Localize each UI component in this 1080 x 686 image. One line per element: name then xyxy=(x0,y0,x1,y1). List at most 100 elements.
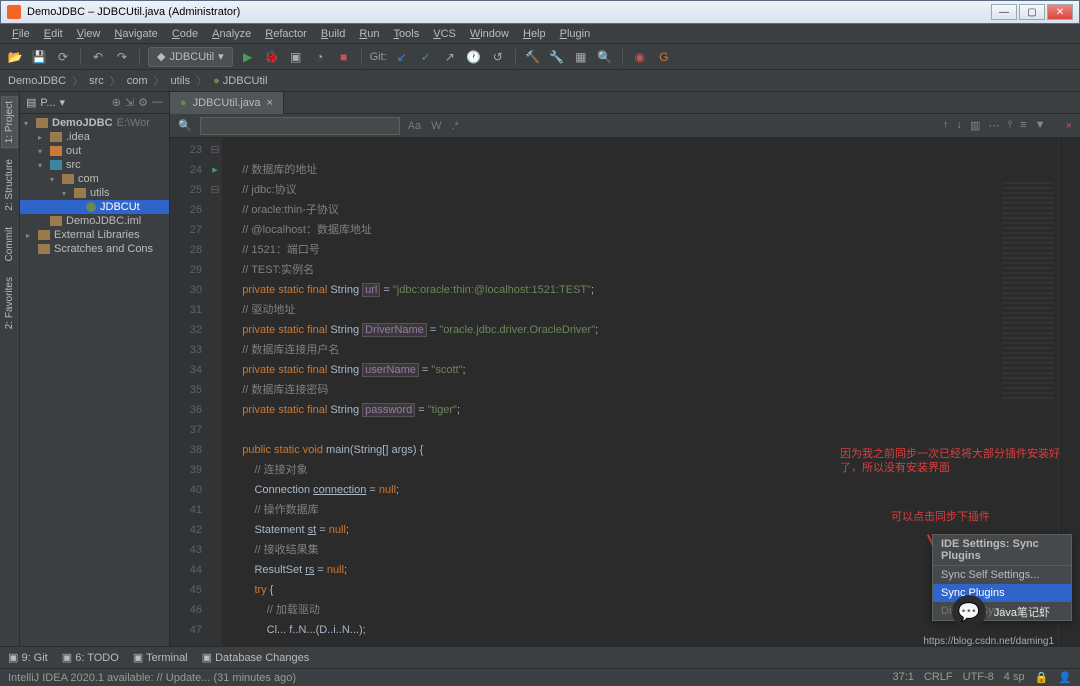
tree-item-Scratches and Cons[interactable]: Scratches and Cons xyxy=(20,242,169,256)
ctx-item-0[interactable]: Sync Self Settings... xyxy=(933,566,1071,584)
indent-label[interactable]: 4 sp xyxy=(1004,671,1025,684)
funnel-icon[interactable]: ▼ xyxy=(1035,119,1046,132)
gear-icon[interactable]: ⚙ xyxy=(138,96,148,109)
project-tree[interactable]: ▾DemoJDBC E:\Wor▸.idea▾out▾src▾com▾utils… xyxy=(20,114,169,258)
run-config-select[interactable]: ◆ JDBCUtil ▾ xyxy=(148,47,233,67)
menu-edit[interactable]: Edit xyxy=(38,26,69,42)
pin-icon[interactable]: ⫯ xyxy=(1007,119,1012,132)
settings-icon[interactable]: 🔧 xyxy=(548,48,566,66)
menu-help[interactable]: Help xyxy=(517,26,552,42)
side-tab-2: Favorites[interactable]: 2: Favorites xyxy=(1,272,18,334)
side-tab-1: Project[interactable]: 1: Project xyxy=(1,96,18,148)
ctx-item-1[interactable]: Sync Plugins xyxy=(933,584,1071,602)
menu-window[interactable]: Window xyxy=(464,26,515,42)
plugin2-icon[interactable]: G xyxy=(655,48,673,66)
hammer-icon[interactable]: 🔨 xyxy=(524,48,542,66)
tool-tab-Database Changes[interactable]: ▣ Database Changes xyxy=(202,651,310,664)
crumb-JDBCUtil[interactable]: ● JDBCUtil xyxy=(213,75,267,87)
redo-icon[interactable]: ↷ xyxy=(113,48,131,66)
chevron-down-icon[interactable]: ▾ xyxy=(60,96,66,109)
tree-root[interactable]: ▾DemoJDBC E:\Wor xyxy=(20,116,169,130)
structure-icon[interactable]: ▦ xyxy=(572,48,590,66)
prev-match-icon[interactable]: ↑ xyxy=(943,119,949,132)
menu-view[interactable]: View xyxy=(71,26,107,42)
file-tab[interactable]: ● JDBCUtil.java × xyxy=(170,92,284,114)
debug-icon[interactable]: 🐞 xyxy=(263,48,281,66)
git-history-icon[interactable]: 🕐 xyxy=(465,48,483,66)
find-opt-Aa[interactable]: Aa xyxy=(408,120,421,132)
crumb-src[interactable]: src xyxy=(89,75,104,87)
search-icon[interactable]: 🔍 xyxy=(596,48,614,66)
run-icon[interactable]: ▶ xyxy=(239,48,257,66)
settings-icon[interactable]: ≡ xyxy=(1020,119,1026,132)
search-icon[interactable]: 🔍 xyxy=(178,119,192,132)
git-update-icon[interactable]: ↙ xyxy=(393,48,411,66)
open-icon[interactable]: 📂 xyxy=(6,48,24,66)
tool-tab-9: Git[interactable]: ▣ 9: Git xyxy=(8,651,48,664)
undo-icon[interactable]: ↶ xyxy=(89,48,107,66)
menu-run[interactable]: Run xyxy=(353,26,385,42)
chevron-down-icon: ▾ xyxy=(218,50,224,63)
menu-code[interactable]: Code xyxy=(166,26,204,42)
close-tab-icon[interactable]: × xyxy=(267,97,273,109)
class-icon: ● xyxy=(180,97,187,109)
ctx-item-2[interactable]: Disable Sync... xyxy=(933,602,1071,620)
menu-navigate[interactable]: Navigate xyxy=(108,26,163,42)
inspection-icon[interactable]: 👤 xyxy=(1058,671,1072,684)
git-push-icon[interactable]: ↗ xyxy=(441,48,459,66)
crumb-com[interactable]: com xyxy=(127,75,148,87)
menu-build[interactable]: Build xyxy=(315,26,351,42)
hide-icon[interactable]: — xyxy=(152,96,163,109)
find-opt-W[interactable]: W xyxy=(431,120,441,132)
menu-tools[interactable]: Tools xyxy=(388,26,426,42)
config-kotlin-icon: ◆ xyxy=(157,50,165,63)
find-opt-.*[interactable]: .* xyxy=(452,120,459,132)
tree-item-External Libraries[interactable]: ▸External Libraries xyxy=(20,228,169,242)
stop-icon[interactable]: ■ xyxy=(335,48,353,66)
minimize-button[interactable]: — xyxy=(991,4,1017,20)
tree-item-JDBCUt[interactable]: JDBCUt xyxy=(20,200,169,214)
next-match-icon[interactable]: ↓ xyxy=(957,119,963,132)
save-icon[interactable]: 💾 xyxy=(30,48,48,66)
coverage-icon[interactable]: ▣ xyxy=(287,48,305,66)
tool-tab-6: TODO[interactable]: ▣ 6: TODO xyxy=(62,651,119,664)
menu-file[interactable]: File xyxy=(6,26,36,42)
git-rollback-icon[interactable]: ↺ xyxy=(489,48,507,66)
tree-item-src[interactable]: ▾src xyxy=(20,158,169,172)
close-button[interactable]: ✕ xyxy=(1047,4,1073,20)
tree-item-com[interactable]: ▾com xyxy=(20,172,169,186)
crumb-DemoJDBC[interactable]: DemoJDBC xyxy=(8,75,66,87)
project-view-label[interactable]: P... xyxy=(40,97,55,109)
tree-item-.idea[interactable]: ▸.idea xyxy=(20,130,169,144)
menu-plugin[interactable]: Plugin xyxy=(554,26,597,42)
locate-icon[interactable]: ⊕ xyxy=(112,96,121,109)
maximize-button[interactable]: ▢ xyxy=(1019,4,1045,20)
git-commit-icon[interactable]: ✓ xyxy=(417,48,435,66)
crumb-utils[interactable]: utils xyxy=(171,75,191,87)
plugin1-icon[interactable]: ◉ xyxy=(631,48,649,66)
line-separator[interactable]: CRLF xyxy=(924,671,953,684)
side-tab-2: Structure[interactable]: 2: Structure xyxy=(1,154,18,216)
project-view-icon[interactable]: ▤ xyxy=(26,96,36,109)
lock-icon[interactable]: 🔒 xyxy=(1035,671,1049,684)
window-title: DemoJDBC – JDBCUtil.java (Administrator) xyxy=(27,6,991,18)
tree-item-utils[interactable]: ▾utils xyxy=(20,186,169,200)
menu-analyze[interactable]: Analyze xyxy=(206,26,257,42)
update-notice[interactable]: IntelliJ IDEA 2020.1 available: // Updat… xyxy=(8,672,296,684)
profile-icon[interactable]: ◔ xyxy=(311,48,329,66)
close-find-icon[interactable]: × xyxy=(1066,120,1072,132)
git-label: Git: xyxy=(370,51,387,63)
menu-refactor[interactable]: Refactor xyxy=(259,26,313,42)
encoding[interactable]: UTF-8 xyxy=(963,671,994,684)
filter-icon[interactable]: ▥ xyxy=(970,119,980,132)
more-icon[interactable]: ⋯ xyxy=(988,119,999,132)
tool-tab-Terminal[interactable]: ▣ Terminal xyxy=(133,651,188,664)
find-input[interactable] xyxy=(200,117,400,135)
tree-item-out[interactable]: ▾out xyxy=(20,144,169,158)
side-tab-Commit[interactable]: Commit xyxy=(1,222,18,266)
collapse-icon[interactable]: ⇲ xyxy=(125,96,134,109)
caret-position: 37:1 xyxy=(892,671,913,684)
tree-item-DemoJDBC.iml[interactable]: DemoJDBC.iml xyxy=(20,214,169,228)
menu-vcs[interactable]: VCS xyxy=(427,26,462,42)
refresh-icon[interactable]: ⟳ xyxy=(54,48,72,66)
